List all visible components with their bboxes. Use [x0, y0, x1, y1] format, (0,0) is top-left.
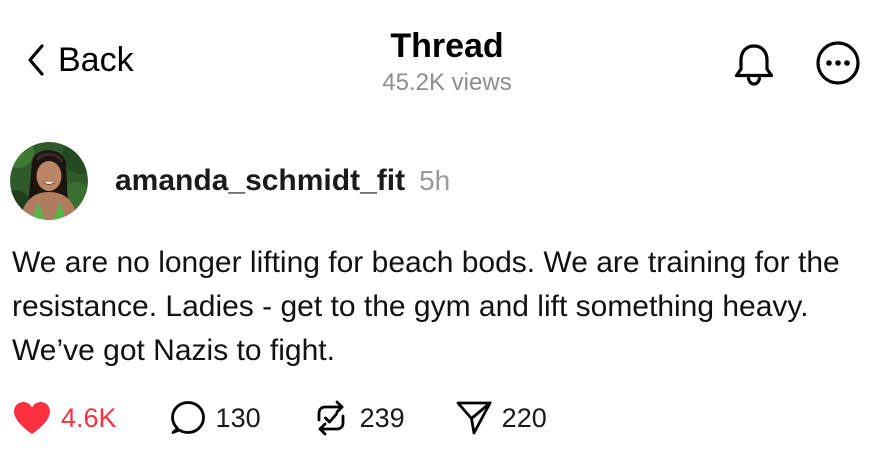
post-timestamp: 5h	[419, 165, 451, 196]
post-author: amanda_schmidt_fit 5h	[10, 142, 450, 220]
avatar[interactable]	[10, 142, 88, 220]
more-options-icon	[815, 41, 861, 90]
send-icon	[455, 399, 493, 437]
like-count: 4.6K	[61, 402, 117, 433]
heart-icon	[12, 400, 52, 436]
post-actions: 4.6K 130 239 220	[12, 395, 547, 441]
bell-icon	[730, 44, 778, 92]
comment-icon	[169, 399, 207, 437]
post-username[interactable]: amanda_schmidt_fit	[115, 164, 405, 198]
repost-count: 239	[359, 402, 405, 433]
thread-header: Back Thread 45.2K views	[0, 0, 879, 110]
share-button[interactable]: 220	[455, 399, 547, 437]
share-count: 220	[501, 402, 547, 433]
notifications-button[interactable]	[730, 40, 778, 93]
repost-icon	[311, 398, 351, 438]
more-options-button[interactable]	[815, 40, 861, 91]
reply-count: 130	[215, 402, 261, 433]
repost-button[interactable]: 239	[311, 398, 405, 438]
reply-button[interactable]: 130	[169, 399, 261, 437]
post-body: We are no longer lifting for beach bods.…	[12, 246, 840, 367]
like-button[interactable]: 4.6K	[12, 400, 117, 436]
